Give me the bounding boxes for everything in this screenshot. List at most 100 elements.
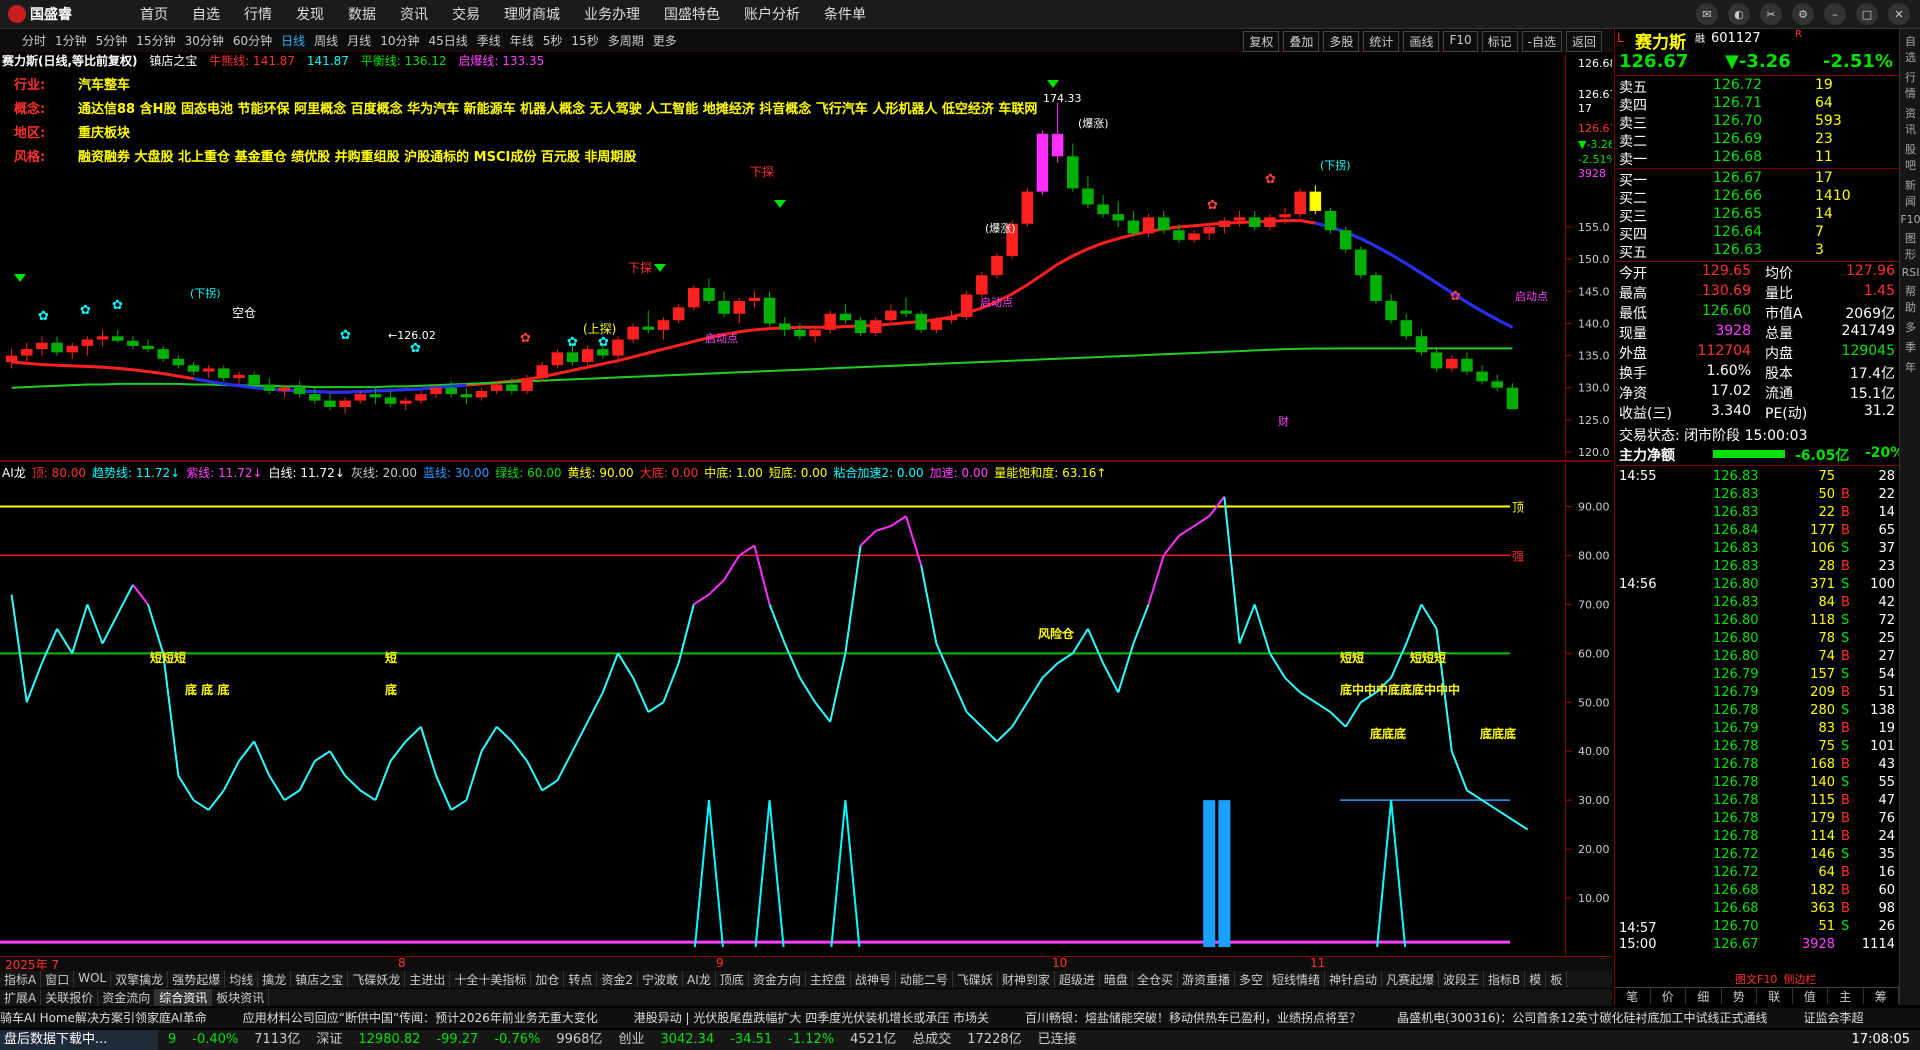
indicator-tab-9[interactable]: 主进出 <box>405 971 451 988</box>
indicator-tab-13[interactable]: 资金2 <box>597 971 639 988</box>
menu-item-9[interactable]: 国盛特色 <box>664 4 720 24</box>
period-tab-14[interactable]: 15秒 <box>571 32 598 49</box>
side-icon-7[interactable]: RSI <box>1900 266 1920 279</box>
period-tab-16[interactable]: 更多 <box>653 32 677 49</box>
menu-item-1[interactable]: 自选 <box>192 4 220 24</box>
indicator-tab-14[interactable]: 宁波敢 <box>638 971 684 988</box>
news-ticker[interactable]: 骑车AI Home解决方案引领家庭AI革命 应用材料公司回应“断供中国”传闻：预计… <box>0 1008 1920 1028</box>
indicator-tab-12[interactable]: 转点 <box>564 971 598 988</box>
side-icon-10[interactable]: 季 <box>1900 339 1920 355</box>
period-tab-6[interactable]: 日线 <box>281 32 305 49</box>
indicator-tab-16[interactable]: 顶底 <box>716 971 749 988</box>
indicator-tab-32[interactable]: 指标B <box>1484 971 1526 988</box>
side-icon-8[interactable]: 帮助 <box>1900 283 1920 315</box>
indicator-tab-21[interactable]: 飞碟妖 <box>953 971 998 988</box>
indicator-tab-34[interactable]: 板 <box>1546 971 1568 988</box>
indicator-tab-1[interactable]: 窗口 <box>41 971 75 988</box>
ext-tab-2[interactable]: 资金流向 <box>98 989 156 1006</box>
indicator-tab-8[interactable]: 飞碟妖龙 <box>348 971 406 988</box>
ind-header-item-0[interactable]: AI龙 <box>2 466 26 480</box>
menu-item-4[interactable]: 数据 <box>348 4 376 24</box>
side-icon-2[interactable]: 资讯 <box>1900 105 1920 137</box>
tick-tab-2[interactable]: 细 <box>1686 988 1722 1004</box>
period-tab-2[interactable]: 5分钟 <box>96 32 128 49</box>
news-item-5[interactable]: 证监会李超 <box>1804 1011 1864 1025</box>
message-icon[interactable]: ✉ <box>1696 3 1718 25</box>
indicator-tab-10[interactable]: 十全十美指标 <box>450 971 532 988</box>
minimize-icon[interactable]: – <box>1824 3 1846 25</box>
menu-item-6[interactable]: 交易 <box>452 4 480 24</box>
app-logo[interactable]: 国盛睿 <box>8 4 72 24</box>
indicator-tab-15[interactable]: AI龙 <box>683 971 716 988</box>
chart-tool-2[interactable]: 多股 <box>1323 31 1360 52</box>
indicator-tab-25[interactable]: 全仓买 <box>1133 971 1178 988</box>
indicator-tab-6[interactable]: 擒龙 <box>258 971 292 988</box>
news-item-2[interactable]: 港股异动 | 光伏股尾盘跌幅扩大 四季度光伏装机增长或承压 市场关 <box>634 1011 989 1025</box>
indicator-tab-33[interactable]: 模 <box>1525 971 1547 988</box>
tick-tab-3[interactable]: 势 <box>1722 988 1757 1004</box>
chart-tool-1[interactable]: 叠加 <box>1283 31 1320 52</box>
indicator-tab-22[interactable]: 财神到家 <box>998 971 1055 988</box>
indicator-tab-7[interactable]: 镇店之宝 <box>291 971 349 988</box>
period-tab-13[interactable]: 5秒 <box>543 32 563 49</box>
settings-icon[interactable]: ⚙ <box>1792 3 1814 25</box>
ext-tab-4[interactable]: 板块资讯 <box>212 989 270 1006</box>
side-bottom-tab-1[interactable]: 侧边栏 <box>1783 973 1816 986</box>
news-item-1[interactable]: 应用材料公司回应“断供中国”传闻：预计2026年前业务无重大变化 <box>243 1011 598 1025</box>
tick-tab-4[interactable]: 联 <box>1757 988 1793 1004</box>
tick-tab-6[interactable]: 主 <box>1828 988 1864 1004</box>
period-tab-1[interactable]: 1分钟 <box>55 32 87 49</box>
chart-tool-8[interactable]: 返回 <box>1565 31 1602 52</box>
menu-item-10[interactable]: 账户分析 <box>744 4 800 24</box>
side-icon-3[interactable]: 股吧 <box>1900 141 1920 173</box>
indicator-tab-23[interactable]: 超级进 <box>1055 971 1100 988</box>
indicator-tab-19[interactable]: 战神号 <box>851 971 896 988</box>
indicator-tab-26[interactable]: 游资重播 <box>1178 971 1235 988</box>
menu-item-5[interactable]: 资讯 <box>400 4 428 24</box>
menu-item-3[interactable]: 发现 <box>296 4 324 24</box>
side-icon-4[interactable]: 新闻 <box>1900 177 1920 209</box>
menu-item-0[interactable]: 首页 <box>140 4 168 24</box>
indicator-tab-4[interactable]: 强势起爆 <box>168 971 226 988</box>
indicator-name[interactable]: 镇店之宝 <box>149 54 197 68</box>
side-icon-0[interactable]: 自选 <box>1900 33 1920 65</box>
period-tab-15[interactable]: 多周期 <box>608 32 644 49</box>
menu-item-7[interactable]: 理财商城 <box>504 4 560 24</box>
menu-item-11[interactable]: 条件单 <box>824 4 866 24</box>
period-tab-12[interactable]: 年线 <box>510 32 534 49</box>
ext-tab-1[interactable]: 关联报价 <box>41 989 99 1006</box>
indicator-tab-29[interactable]: 神针启动 <box>1325 971 1383 988</box>
indicator-tab-0[interactable]: 指标A <box>0 971 42 988</box>
chart-tool-3[interactable]: 统计 <box>1363 31 1400 52</box>
side-bottom-tab-0[interactable]: 图文F10 <box>1735 973 1777 986</box>
period-tab-11[interactable]: 季线 <box>477 32 501 49</box>
menu-item-2[interactable]: 行情 <box>244 4 272 24</box>
indicator-tab-30[interactable]: 凡赛起爆 <box>1382 971 1440 988</box>
chart-tool-7[interactable]: -自选 <box>1521 31 1562 52</box>
skin-icon[interactable]: ◐ <box>1728 3 1750 25</box>
period-tab-3[interactable]: 15分钟 <box>136 32 175 49</box>
indicator-tab-24[interactable]: 暗盘 <box>1100 971 1133 988</box>
side-icon-5[interactable]: F10 <box>1900 213 1920 226</box>
maximize-icon[interactable]: □ <box>1856 3 1878 25</box>
chart-tool-6[interactable]: 标记 <box>1481 31 1518 52</box>
period-tab-0[interactable]: 分时 <box>22 32 46 49</box>
indicator-tab-28[interactable]: 短线情绪 <box>1268 971 1325 988</box>
chart-tool-4[interactable]: 画线 <box>1403 31 1440 52</box>
side-icon-1[interactable]: 行情 <box>1900 69 1920 101</box>
indicator-chart[interactable]: 90.00 80.00 70.00 60.00 50.00 40.00 30.00 20.00… <box>0 462 1612 954</box>
menu-item-8[interactable]: 业务办理 <box>584 4 640 24</box>
ext-tab-3[interactable]: 综合资讯 <box>155 989 213 1006</box>
period-tab-10[interactable]: 45日线 <box>428 32 467 49</box>
indicator-tab-3[interactable]: 双擎擒龙 <box>111 971 169 988</box>
chart-tool-5[interactable]: F10 <box>1443 31 1478 52</box>
indicator-tab-17[interactable]: 资金方向 <box>749 971 806 988</box>
tick-tab-1[interactable]: 价 <box>1651 988 1686 1004</box>
tools-icon[interactable]: ✂ <box>1760 3 1782 25</box>
indicator-tab-18[interactable]: 主控盘 <box>806 971 851 988</box>
period-tab-4[interactable]: 30分钟 <box>185 32 224 49</box>
news-item-0[interactable]: 骑车AI Home解决方案引领家庭AI革命 <box>0 1011 207 1025</box>
chart-tool-0[interactable]: 复权 <box>1243 31 1280 52</box>
indicator-tab-27[interactable]: 多空 <box>1235 971 1268 988</box>
period-tab-8[interactable]: 月线 <box>347 32 371 49</box>
